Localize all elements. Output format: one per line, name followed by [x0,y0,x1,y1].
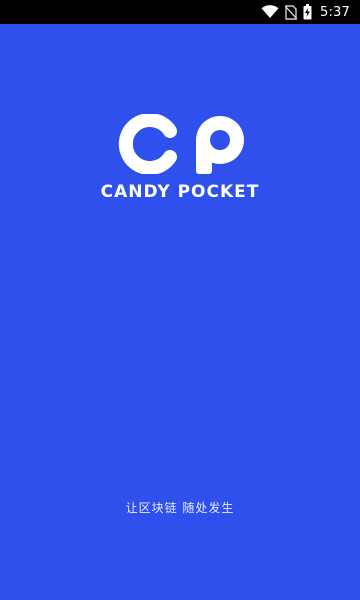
splash-screen: 5:37 CANDY POCKET 让区块链 随处发生 [0,0,360,600]
candy-pocket-logo [116,113,244,175]
wifi-icon [261,5,279,19]
no-sim-icon [285,4,297,20]
battery-charging-icon [303,4,312,20]
status-time: 5:37 [320,4,350,20]
tagline: 让区块链 随处发生 [125,501,235,515]
status-bar: 5:37 [0,0,360,24]
brand-name: CANDY POCKET [100,182,260,202]
